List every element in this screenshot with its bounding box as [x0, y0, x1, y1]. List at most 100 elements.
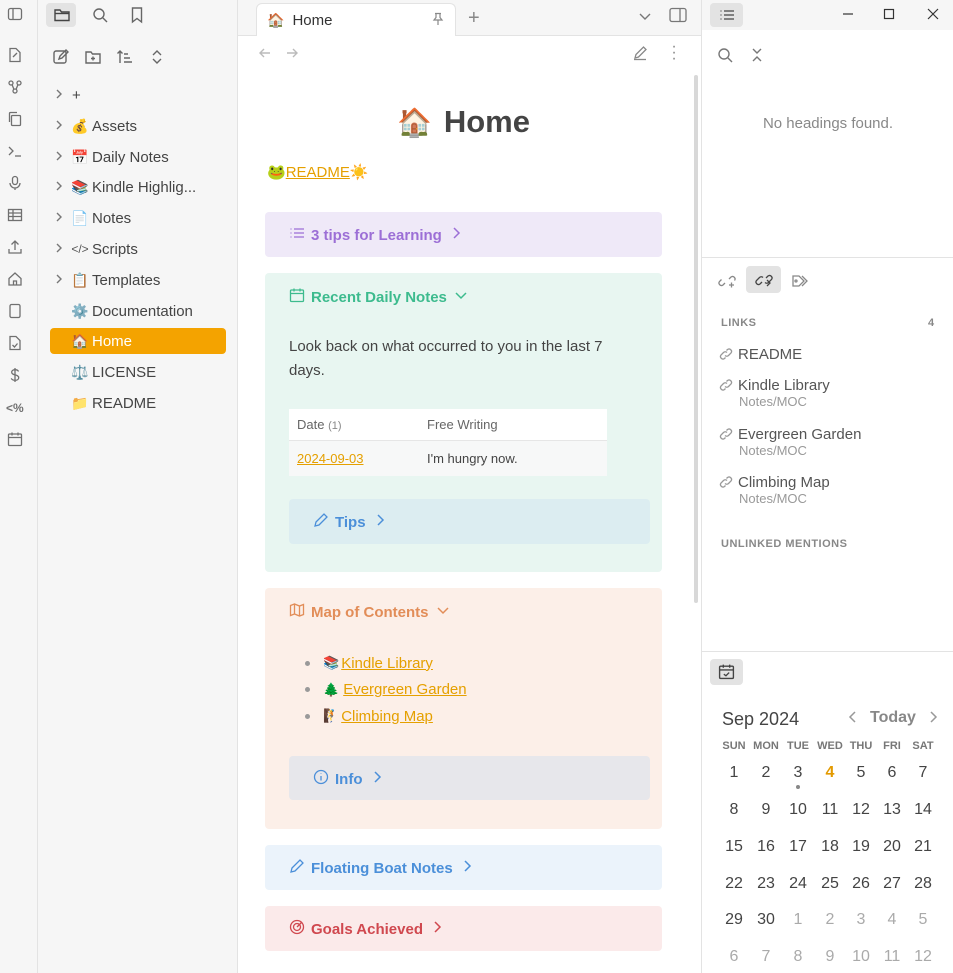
- collapse-all-icon[interactable]: [750, 47, 764, 68]
- calendar-day[interactable]: 6: [718, 948, 750, 966]
- tree-item[interactable]: 📚 Kindle Highlig...: [50, 174, 226, 200]
- calendar-day[interactable]: 28: [907, 875, 939, 893]
- tree-item[interactable]: 💰 Assets: [50, 113, 226, 139]
- calendar-day[interactable]: 26: [845, 875, 877, 893]
- calendar-day[interactable]: 1: [718, 764, 750, 782]
- tab-home[interactable]: 🏠 Home: [256, 3, 456, 36]
- dollar-icon[interactable]: [7, 367, 25, 385]
- floating-boat-notes-callout[interactable]: Floating Boat Notes: [265, 845, 662, 890]
- right-sidebar-toggle-icon[interactable]: [669, 7, 687, 28]
- calendar-day[interactable]: 24: [782, 875, 814, 893]
- sidebar-toggle-icon[interactable]: [7, 6, 25, 24]
- calendar-day[interactable]: 10: [845, 948, 877, 966]
- calendar-day[interactable]: 10: [782, 801, 814, 819]
- tree-item[interactable]: 📄 Notes: [50, 205, 226, 231]
- calendar-day[interactable]: 9: [814, 948, 846, 966]
- calendar-day[interactable]: 2: [750, 764, 782, 782]
- calendar-check-icon[interactable]: [718, 663, 735, 685]
- outline-list-icon[interactable]: [719, 7, 735, 28]
- tags-icon[interactable]: [791, 272, 809, 295]
- calendar-day[interactable]: 8: [782, 948, 814, 966]
- link-item-evergreen-garden[interactable]: Evergreen Garden Notes/MOC: [719, 426, 861, 458]
- unlinked-mentions-label[interactable]: UNLINKED MENTIONS: [721, 538, 847, 550]
- link-item-kindle-library[interactable]: Kindle Library Notes/MOC: [719, 377, 830, 409]
- calendar-day[interactable]: 6: [876, 764, 908, 782]
- calendar-day[interactable]: 2: [814, 911, 846, 929]
- microphone-icon[interactable]: [7, 175, 25, 193]
- calendar-day[interactable]: 4: [876, 911, 908, 929]
- folder-icon[interactable]: [53, 6, 71, 24]
- info-callout[interactable]: Info: [289, 756, 650, 800]
- close-icon[interactable]: [926, 7, 940, 26]
- home-icon[interactable]: [7, 271, 25, 289]
- new-note-icon[interactable]: [52, 48, 70, 66]
- recent-daily-header[interactable]: Recent Daily Notes: [289, 287, 469, 307]
- calendar-day[interactable]: 4: [814, 764, 846, 782]
- calendar-day[interactable]: 3: [782, 764, 814, 789]
- calendar-day[interactable]: 9: [750, 801, 782, 819]
- today-button[interactable]: Today: [870, 709, 916, 727]
- minimize-icon[interactable]: [841, 7, 855, 26]
- calendar-day[interactable]: 5: [845, 764, 877, 782]
- calendar-day[interactable]: 17: [782, 838, 814, 856]
- evergreen-garden-link[interactable]: Evergreen Garden: [343, 681, 466, 698]
- climbing-map-link[interactable]: Climbing Map: [341, 708, 433, 725]
- date-link[interactable]: 2024-09-03: [297, 451, 364, 466]
- moc-header[interactable]: Map of Contents: [289, 602, 451, 622]
- calendar-icon[interactable]: [7, 431, 25, 449]
- calendar-day[interactable]: 21: [907, 838, 939, 856]
- calendar-day[interactable]: 14: [907, 801, 939, 819]
- file-check-icon[interactable]: [7, 335, 25, 353]
- outgoing-links-icon[interactable]: [755, 271, 773, 294]
- calendar-day[interactable]: 27: [876, 875, 908, 893]
- calendar-day[interactable]: 5: [907, 911, 939, 929]
- calendar-day[interactable]: 11: [876, 948, 908, 966]
- calendar-day[interactable]: 25: [814, 875, 846, 893]
- scrollbar[interactable]: [694, 75, 698, 603]
- tree-item[interactable]: +: [50, 82, 226, 108]
- tips-callout[interactable]: Tips: [289, 499, 650, 544]
- percent-code-icon[interactable]: <%: [6, 401, 24, 415]
- calendar-day[interactable]: 22: [718, 875, 750, 893]
- graph-view-icon[interactable]: [7, 79, 25, 97]
- calendar-day[interactable]: 20: [876, 838, 908, 856]
- calendar-day[interactable]: 29: [718, 911, 750, 929]
- link-item-readme[interactable]: README: [719, 346, 802, 363]
- tree-item[interactable]: 📁 README: [50, 390, 226, 416]
- calendar-day[interactable]: 23: [750, 875, 782, 893]
- collapse-expand-icon[interactable]: [148, 48, 166, 66]
- bookmark-icon[interactable]: [128, 6, 146, 24]
- calendar-day[interactable]: 7: [907, 764, 939, 782]
- search-icon[interactable]: [91, 6, 109, 24]
- calendar-day[interactable]: 12: [845, 801, 877, 819]
- table-icon[interactable]: [7, 207, 25, 225]
- calendar-day[interactable]: 18: [814, 838, 846, 856]
- more-options-icon[interactable]: · · ·: [669, 39, 679, 67]
- link-item-climbing-map[interactable]: Climbing Map Notes/MOC: [719, 474, 830, 506]
- copy-icon[interactable]: [7, 111, 25, 129]
- back-arrow-icon[interactable]: [258, 46, 272, 65]
- tree-item[interactable]: </> Scripts: [50, 236, 226, 262]
- col-header-date[interactable]: Date (1): [289, 409, 419, 441]
- calendar-day[interactable]: 30: [750, 911, 782, 929]
- calendar-day[interactable]: 8: [718, 801, 750, 819]
- prev-month-icon[interactable]: [847, 710, 859, 729]
- tree-item[interactable]: ⚖️ LICENSE: [50, 359, 226, 385]
- sort-icon[interactable]: [116, 48, 134, 66]
- new-tab-icon[interactable]: +: [468, 7, 480, 30]
- tablet-icon[interactable]: [7, 303, 25, 321]
- calendar-day[interactable]: 11: [814, 801, 846, 819]
- kindle-library-link[interactable]: Kindle Library: [341, 655, 433, 672]
- col-header-free-writing[interactable]: Free Writing: [419, 409, 607, 441]
- forward-arrow-icon[interactable]: [285, 46, 299, 65]
- calendar-day[interactable]: 15: [718, 838, 750, 856]
- calendar-day[interactable]: 13: [876, 801, 908, 819]
- upload-icon[interactable]: [7, 239, 25, 257]
- calendar-day[interactable]: 16: [750, 838, 782, 856]
- readme-link[interactable]: README: [286, 164, 350, 181]
- tree-item[interactable]: 📅 Daily Notes: [50, 144, 226, 170]
- calendar-day[interactable]: 19: [845, 838, 877, 856]
- terminal-icon[interactable]: [7, 143, 25, 161]
- chevron-down-icon[interactable]: [638, 9, 652, 28]
- tips-learning-callout[interactable]: 3 tips for Learning: [265, 212, 662, 257]
